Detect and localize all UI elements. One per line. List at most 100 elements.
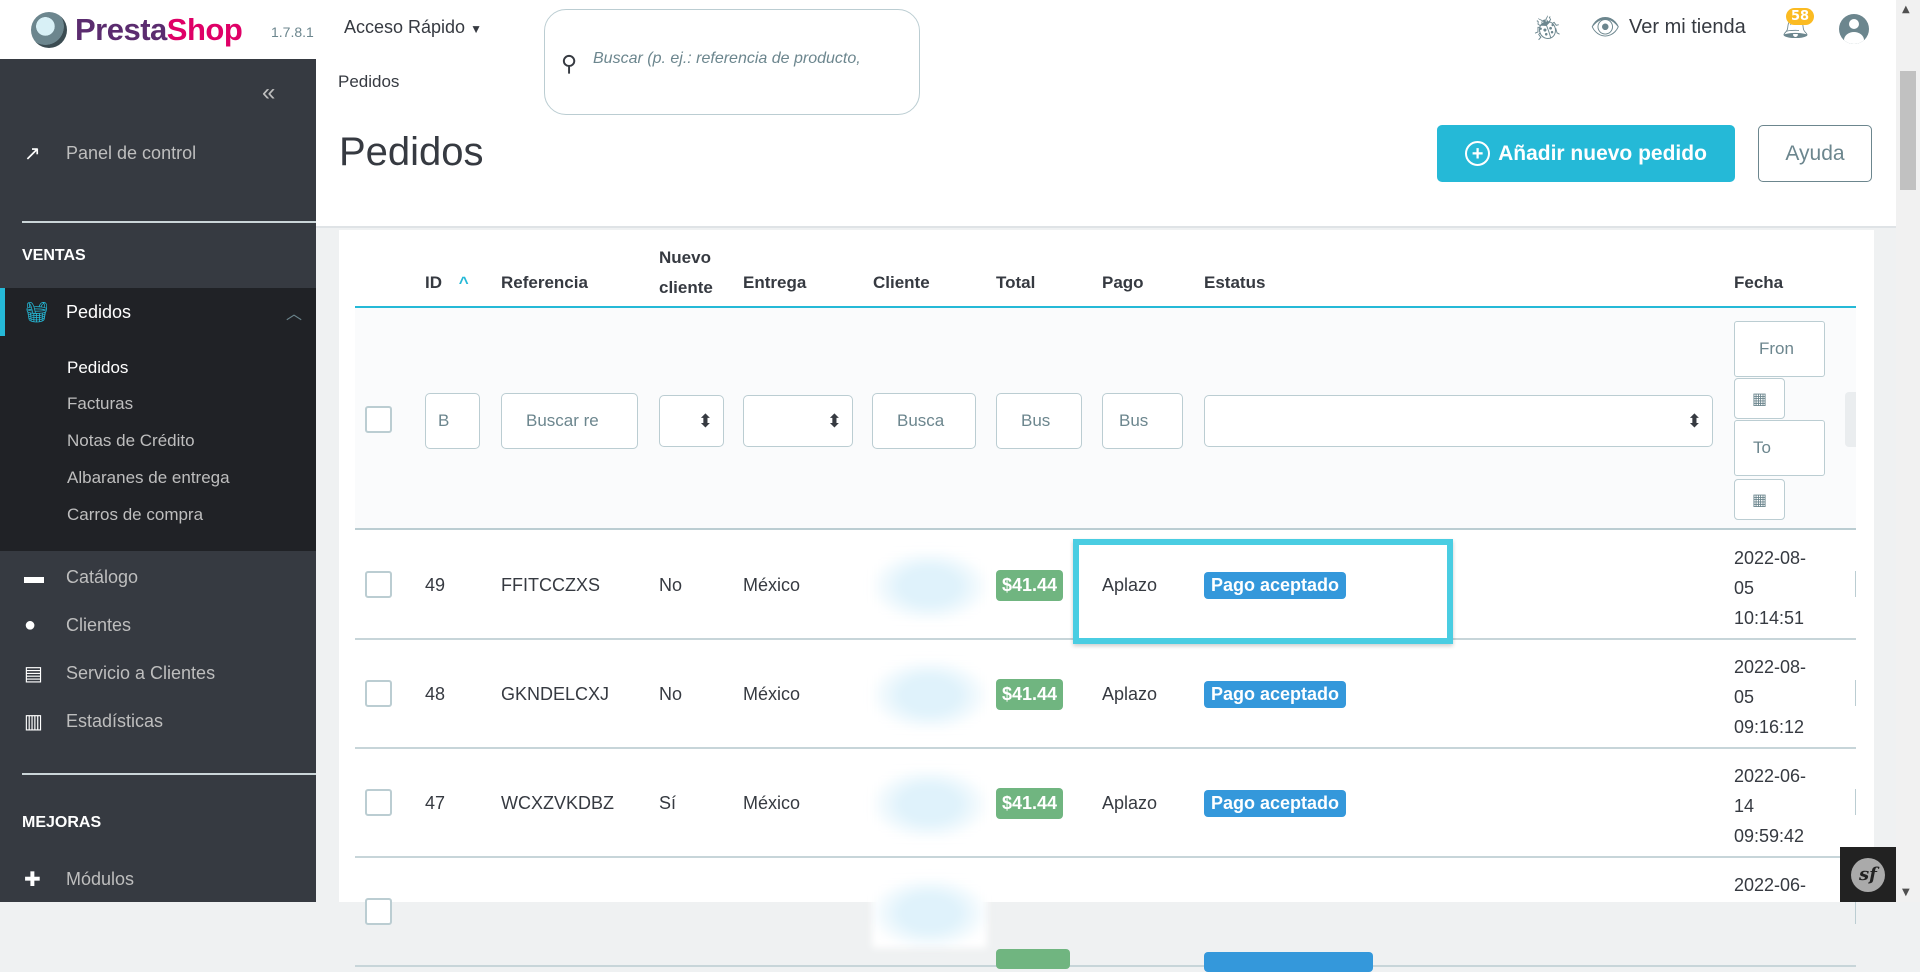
search-input[interactable] (593, 50, 911, 68)
cell-delivery: México (743, 575, 801, 595)
prestashop-logo[interactable]: PrestaShop (31, 12, 243, 48)
eye-icon[interactable]: 👁︎ (1590, 13, 1620, 41)
quick-access-dropdown[interactable]: Acceso Rápido ▼ (344, 17, 482, 38)
cell-payment: Aplazo (1102, 684, 1158, 704)
date-line: 09:59:42 (1734, 826, 1805, 846)
sidebar-item-orders[interactable]: 🧺︎ Pedidos ︿ (0, 298, 316, 326)
filter-new-client-select[interactable] (659, 395, 724, 447)
submenu-invoices[interactable]: Facturas (67, 394, 133, 414)
section-heading-improve: MEJORAS (22, 814, 102, 831)
column-header-reference[interactable]: Referencia (501, 273, 588, 293)
sidebar-item-customer-service[interactable]: ▤ Servicio a Clientes (0, 659, 316, 687)
calendar-icon[interactable]: ▦ (1734, 479, 1785, 520)
row-actions[interactable] (1855, 571, 1856, 597)
collapse-sidebar-icon[interactable]: « (262, 79, 275, 107)
cell-id: 47 (425, 793, 446, 813)
breadcrumb[interactable]: Pedidos (338, 72, 399, 92)
row-checkbox[interactable] (365, 789, 392, 816)
debug-mode-bug-icon[interactable]: 🐞︎ (1532, 14, 1562, 42)
row-actions[interactable] (1855, 680, 1856, 706)
cell-date: 2022-08- 05 09:16:12 (1734, 652, 1806, 742)
add-new-order-button[interactable]: + Añadir nuevo pedido (1437, 125, 1735, 182)
submenu-orders[interactable]: Pedidos (67, 358, 128, 378)
row-checkbox[interactable] (365, 571, 392, 598)
caret-down-icon: ▼ (470, 22, 482, 36)
sidebar-item-label: Catálogo (66, 566, 139, 587)
header-label: cliente (659, 278, 713, 297)
sidebar-divider (22, 773, 316, 775)
filter-id-input[interactable]: B (425, 393, 480, 449)
sidebar-item-label: Clientes (66, 614, 132, 635)
version-label: 1.7.8.1 (271, 24, 314, 40)
sidebar-item-stats[interactable]: ▥ Estadísticas (0, 707, 316, 735)
submenu-credit-slips[interactable]: Notas de Crédito (67, 431, 195, 451)
table-row[interactable]: 47 WCXZVKDBZ Sí México $41.44 Aplazo Pago acep… (355, 749, 1856, 858)
column-header-date[interactable]: Fecha (1734, 273, 1783, 293)
filter-customer-input[interactable]: Busca (872, 393, 976, 449)
cell-reference: GKNDELCXJ (501, 684, 610, 704)
highlight-box (1073, 539, 1453, 644)
sidebar-item-customers[interactable]: ● Clientes (0, 611, 316, 639)
cell-id: 49 (425, 575, 446, 595)
column-header-customer[interactable]: Cliente (873, 273, 930, 293)
bar-chart-icon: ▥ (24, 710, 43, 733)
view-store-link[interactable]: Ver mi tienda (1629, 16, 1746, 39)
quick-access-label: Acceso Rápido (344, 17, 466, 37)
filter-payment-input[interactable]: Bus (1102, 393, 1183, 449)
submenu-shopping-carts[interactable]: Carros de compra (67, 505, 203, 525)
column-header-payment[interactable]: Pago (1102, 273, 1144, 293)
logo-text: PrestaShop (75, 12, 243, 47)
column-header-new-client[interactable]: Nuevo cliente (659, 243, 713, 303)
employee-avatar[interactable] (1839, 14, 1869, 44)
cell-id: 48 (425, 684, 446, 704)
sidebar-item-catalog[interactable]: ▬ Catálogo (0, 563, 316, 591)
search-box[interactable]: ⚲ (544, 9, 920, 115)
filter-date-to-input[interactable]: To (1734, 420, 1825, 476)
chat-icon: ▤ (24, 662, 43, 685)
filter-date-from-input[interactable]: Fron (1734, 321, 1825, 377)
cell-delivery: México (743, 684, 801, 704)
help-button[interactable]: Ayuda (1758, 125, 1872, 182)
add-new-order-label: Añadir nuevo pedido (1498, 141, 1707, 165)
cell-new-client: No (659, 575, 683, 595)
header-label: Nuevo (659, 248, 711, 267)
filter-delivery-select[interactable] (743, 395, 853, 447)
column-header-status[interactable]: Estatus (1204, 273, 1265, 293)
table-row[interactable]: 2022-06- (355, 858, 1856, 972)
row-actions[interactable] (1855, 789, 1856, 815)
scrollbar-thumb[interactable] (1900, 71, 1916, 190)
sidebar-divider (22, 221, 316, 223)
status-badge[interactable]: Pago aceptado (1204, 681, 1347, 708)
blurred-customer-name (872, 551, 987, 621)
filter-total-input[interactable]: Bus (996, 393, 1082, 449)
table-row[interactable]: 48 GKNDELCXJ No México $41.44 Aplazo Pago acep… (355, 640, 1856, 749)
scroll-down-arrow-icon[interactable]: ▼ (1902, 887, 1910, 898)
row-checkbox[interactable] (365, 680, 392, 707)
search-filter-button-edge[interactable] (1845, 392, 1856, 447)
filter-status-select[interactable] (1204, 395, 1713, 447)
column-header-total[interactable]: Total (996, 273, 1035, 293)
date-line: 2022-06- (1734, 875, 1807, 895)
header-label: ID (425, 273, 442, 292)
status-badge[interactable]: Pago aceptado (1204, 790, 1347, 817)
sort-ascending-icon[interactable]: ^ (459, 273, 469, 292)
filter-reference-input[interactable]: Buscar re (501, 393, 638, 449)
sidebar-item-modules[interactable]: ✚ Módulos (0, 865, 316, 893)
puzzle-icon: ✚ (24, 868, 41, 891)
calendar-icon[interactable]: ▦ (1734, 378, 1785, 419)
row-checkbox[interactable] (365, 898, 392, 925)
scroll-up-arrow-icon[interactable]: ▲ (1902, 4, 1910, 15)
submenu-delivery-slips[interactable]: Albaranes de entrega (67, 468, 230, 488)
column-header-delivery[interactable]: Entrega (743, 273, 806, 293)
select-all-checkbox[interactable] (365, 406, 392, 433)
cell-date: 2022-06- 14 09:59:42 (1734, 761, 1806, 851)
cell-date: 2022-06- (1734, 870, 1806, 900)
sidebar-item-dashboard[interactable]: ↗ Panel de control (0, 139, 316, 167)
sidebar-item-label: Servicio a Clientes (66, 662, 216, 683)
date-line: 2022-08- (1734, 657, 1807, 677)
cell-new-client: Sí (659, 793, 677, 813)
column-header-id[interactable]: ID ^ (425, 273, 469, 293)
status-badge[interactable] (1204, 952, 1373, 972)
cell-date: 2022-08- 05 10:14:51 (1734, 543, 1806, 633)
symfony-toolbar-button[interactable]: sf (1840, 847, 1896, 902)
